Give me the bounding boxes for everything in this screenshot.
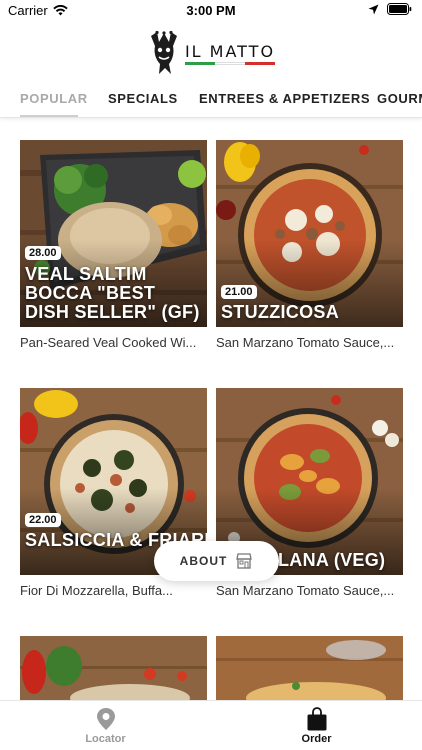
- nav-locator-label: Locator: [85, 732, 126, 745]
- dish-image-partial: [216, 636, 403, 700]
- tab-specials[interactable]: SPECIALS: [108, 91, 178, 106]
- tab-gourmet[interactable]: GOURM: [377, 91, 422, 106]
- location-arrow-icon: [368, 4, 379, 14]
- nav-order[interactable]: Order: [211, 701, 422, 750]
- menu-item-card[interactable]: 21.00 STUZZICOSA San Marzano Tomato Sauc…: [216, 140, 403, 350]
- dish-name: STUZZICOSA: [221, 302, 339, 322]
- dish-photo: 21.00 STUZZICOSA: [216, 140, 403, 327]
- menu-item-card[interactable]: [20, 636, 207, 700]
- logo-wordmark: IL MATTO: [184, 41, 276, 61]
- dish-description: San Marzano Tomato Sauce,...: [216, 335, 395, 350]
- about-label: ABOUT: [179, 554, 228, 568]
- dish-photo: 28.00 VEAL SALTIM BOCCA "BEST DISH SELLE…: [20, 140, 207, 327]
- tab-entrees-appetizers[interactable]: ENTREES & APPETIZERS: [199, 91, 370, 106]
- category-tabs: POPULAR SPECIALS ENTREES & APPETIZERS GO…: [0, 82, 422, 118]
- app-header: IL MATTO: [0, 24, 422, 82]
- jester-logo-icon: [150, 30, 177, 74]
- status-bar: Carrier 3:00 PM: [0, 0, 422, 22]
- dish-description: Fior Di Mozzarella, Buffa...: [20, 583, 173, 598]
- italian-flag-stripe: [184, 61, 276, 65]
- menu-item-card[interactable]: 28.00 VEAL SALTIM BOCCA "BEST DISH SELLE…: [20, 140, 207, 350]
- shopping-bag-icon: [307, 706, 326, 730]
- menu-item-card[interactable]: [216, 636, 403, 700]
- dish-name: LANA (VEG): [278, 550, 386, 570]
- dish-photo: [20, 636, 207, 700]
- dish-image-partial: [20, 636, 207, 700]
- dish-photo: [216, 636, 403, 700]
- about-button[interactable]: ABOUT: [154, 541, 279, 581]
- dish-description: Pan-Seared Veal Cooked Wi...: [20, 335, 197, 350]
- status-time: 3:00 PM: [186, 3, 236, 18]
- storefront-icon: [236, 553, 253, 569]
- bottom-navigation: Locator Order: [0, 700, 422, 750]
- dish-name: VEAL SALTIM BOCCA "BEST DISH SELLER" (GF…: [25, 264, 200, 322]
- nav-locator[interactable]: Locator: [0, 701, 211, 750]
- restaurant-logo: IL MATTO: [147, 30, 276, 76]
- battery-icon: [387, 3, 412, 15]
- price-badge: 22.00: [25, 513, 61, 527]
- price-badge: 28.00: [25, 246, 61, 260]
- map-pin-icon: [96, 707, 115, 730]
- price-badge: 21.00: [221, 285, 257, 299]
- tab-popular[interactable]: POPULAR: [20, 91, 88, 106]
- dish-description: San Marzano Tomato Sauce,...: [216, 583, 395, 598]
- nav-order-label: Order: [301, 732, 332, 745]
- menu-grid: 28.00 VEAL SALTIM BOCCA "BEST DISH SELLE…: [0, 118, 422, 700]
